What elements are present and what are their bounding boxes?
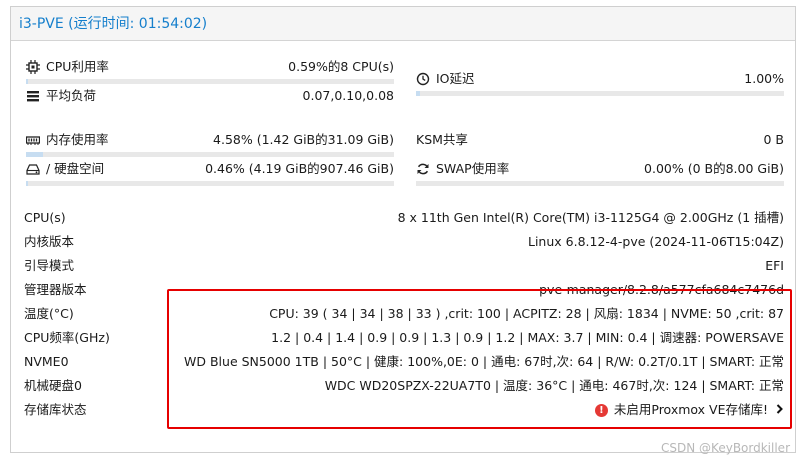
info-value: EFI [765,258,784,273]
hdd-icon [26,162,40,176]
list-icon [26,89,40,103]
mem-usage-fill [26,152,43,157]
info-label: NVME0 [24,354,69,369]
cpu-usage-label: CPU利用率 [46,59,109,74]
io-delay-bar [416,91,784,96]
swap-label: SWAP使用率 [436,161,510,176]
mem-usage-label: 内存使用率 [46,132,109,147]
mem-usage-bar [26,152,394,157]
info-label: CPU频率(GHz) [24,330,110,345]
info-label: 引导模式 [24,258,75,273]
cpu-chip-icon [26,60,40,74]
memory-icon [26,133,40,147]
highlight-box [167,289,792,429]
cpu-usage-row: CPU利用率 0.59%的8 CPU(s) [26,57,394,77]
io-delay-fill [416,91,420,96]
disk-value: 0.46% (4.19 GiB的907.46 GiB) [205,161,394,176]
info-value: 8 x 11th Gen Intel(R) Core(TM) i3-1125G4… [397,210,784,225]
storage-label: 存储库状态 [24,402,87,417]
cpu-usage-fill [26,79,29,84]
ksm-value: 0 B [763,132,784,147]
ksm-label: KSM共享 [416,132,468,147]
io-delay-value: 1.00% [744,71,784,86]
watermark: CSDN @KeyBordkiller [661,441,790,455]
load-avg-row: 平均负荷 0.07,0.10,0.08 [26,86,394,106]
io-delay-row: IO延迟 1.00% [416,69,784,89]
panel-title: i3-PVE (运行时间: 01:54:02) [11,7,795,41]
ksm-row: KSM共享 0 B [416,130,784,150]
disk-bar [26,181,394,186]
info-label: 机械硬盘0 [24,378,82,393]
mem-usage-row: 内存使用率 4.58% (1.42 GiB的31.09 GiB) [26,130,394,150]
info-value: Linux 6.8.12-4-pve (2024-11-06T15:04Z) [528,234,784,249]
swap-row: SWAP使用率 0.00% (0 B的8.00 GiB) [416,159,784,179]
io-delay-label: IO延迟 [436,71,475,86]
swap-value: 0.00% (0 B的8.00 GiB) [644,161,784,176]
load-avg-value: 0.07,0.10,0.08 [302,88,394,103]
disk-label: / 硬盘空间 [46,161,105,176]
info-row-boot-mode: 引导模式 EFI [24,256,784,276]
cpu-usage-value: 0.59%的8 CPU(s) [288,59,394,74]
info-label: 内核版本 [24,234,75,249]
disk-fill [26,181,28,186]
info-label: 管理器版本 [24,282,87,297]
clock-icon [416,72,430,86]
disk-row: / 硬盘空间 0.46% (4.19 GiB的907.46 GiB) [26,159,394,179]
cpu-usage-bar [26,79,394,84]
swap-bar [416,181,784,186]
load-avg-label: 平均负荷 [46,88,97,103]
refresh-icon [416,162,430,176]
mem-usage-value: 4.58% (1.42 GiB的31.09 GiB) [213,132,394,147]
info-label: 温度(°C) [24,306,74,321]
info-label: CPU(s) [24,210,66,225]
info-row-kernel: 内核版本 Linux 6.8.12-4-pve (2024-11-06T15:0… [24,232,784,252]
info-row-cpus: CPU(s) 8 x 11th Gen Intel(R) Core(TM) i3… [24,208,784,228]
